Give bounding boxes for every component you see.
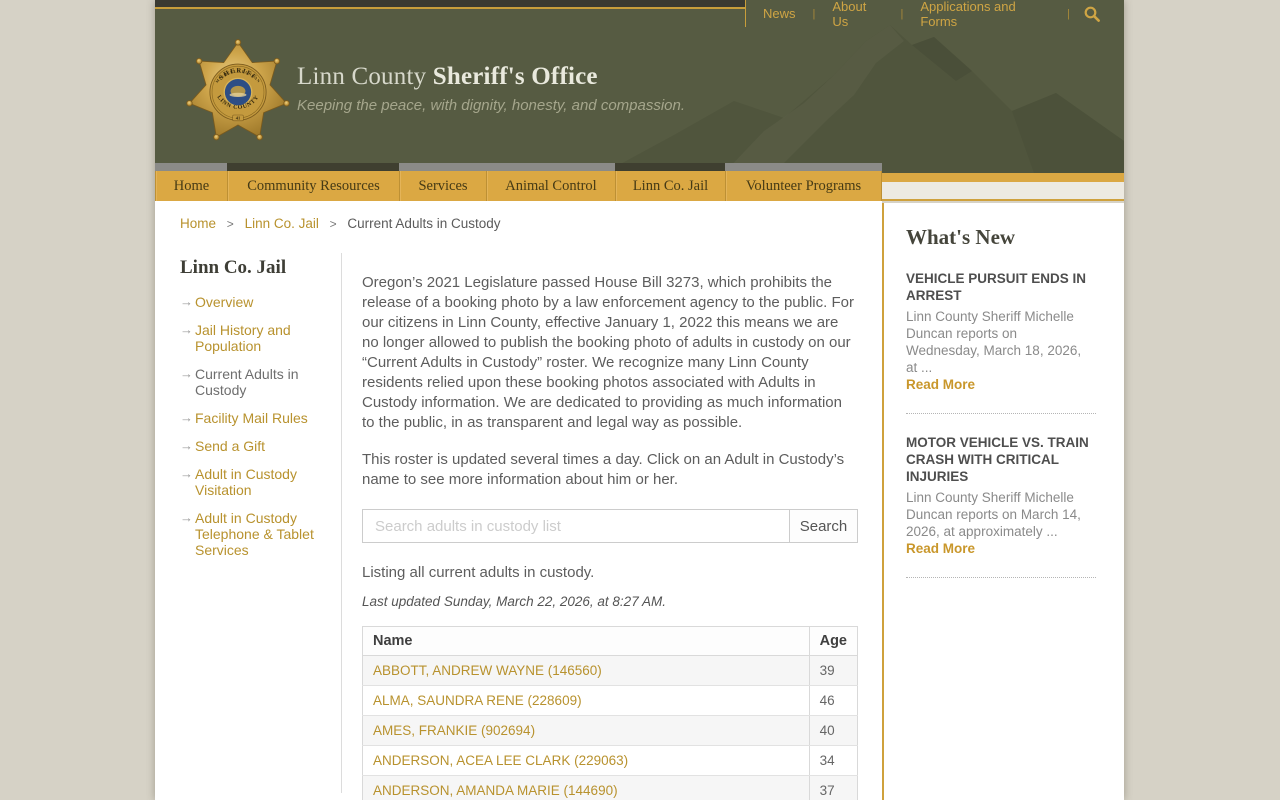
right-beige-band (882, 182, 1124, 201)
nav-strip-segment (615, 163, 725, 171)
nav-item-linn-co-jail[interactable]: Linn Co. Jail (616, 171, 726, 201)
nav-top-strip (155, 163, 882, 171)
arrow-icon: → (180, 366, 193, 381)
topnav-link-news[interactable]: News (746, 6, 813, 21)
nav-item-volunteer-programs[interactable]: Volunteer Programs (726, 171, 882, 201)
jail-sidebar-menu: Linn Co. Jail → Overview → Jail History … (180, 257, 330, 570)
table-row: AMES, FRANKIE (902694) 40 (362, 715, 858, 746)
sidebar-item-jail-history: → Jail History and Population (180, 322, 330, 354)
roster-note: This roster is updated several times a d… (362, 451, 845, 488)
roster-search-button[interactable]: Search (790, 509, 858, 543)
site-title: Linn County Sheriff's Office (297, 63, 685, 91)
news-title-link[interactable]: MOTOR VEHICLE VS. TRAIN CRASH WITH CRITI… (906, 435, 1089, 484)
news-divider (906, 577, 1096, 578)
adult-name-link[interactable]: AMES, FRANKIE (902694) (373, 723, 535, 738)
site-header: News | About Us | Applications and Forms… (155, 0, 1124, 173)
arrow-icon: → (180, 410, 193, 425)
main-column: Oregon’s 2021 Legislature passed House B… (362, 201, 858, 800)
news-title-link[interactable]: VEHICLE PURSUIT ENDS IN ARREST (906, 271, 1086, 303)
last-updated-text: Last updated Sunday, March 22, 2026, at … (362, 594, 666, 609)
nav-item-animal-control[interactable]: Animal Control (487, 171, 616, 201)
news-item: VEHICLE PURSUIT ENDS IN ARREST Linn Coun… (906, 270, 1096, 394)
sidebar-link-send-gift[interactable]: Send a Gift (195, 438, 323, 454)
content-divider (341, 253, 342, 793)
sidebar-item-send-gift: → Send a Gift (180, 438, 330, 454)
news-excerpt: Linn County Sheriff Michelle Duncan repo… (906, 490, 1081, 539)
nav-item-community-resources[interactable]: Community Resources (228, 171, 400, 201)
right-gold-band (882, 173, 1124, 182)
content-area: Home > Linn Co. Jail > Current Adults in… (155, 201, 882, 800)
site-title-bold: Sheriff's Office (432, 63, 598, 90)
table-row: ALMA, SAUNDRA RENE (228609) 46 (362, 685, 858, 716)
sidebar-item-current-adults: → Current Adults in Custody (180, 366, 330, 398)
sidebar-link-current-adults[interactable]: Current Adults in Custody (195, 366, 323, 398)
utility-nav: News | About Us | Applications and Forms… (745, 0, 1124, 29)
site-brand: Linn County Sheriff's Office Keeping the… (297, 63, 685, 114)
badge-number: 41 (236, 116, 240, 121)
nav-item-home[interactable]: Home (156, 171, 228, 201)
adult-name-link[interactable]: ANDERSON, AMANDA MARIE (144690) (373, 783, 618, 798)
arrow-icon: → (180, 438, 193, 453)
topnav-separator: | (1067, 7, 1070, 20)
listing-text: Listing all current adults in custody. (362, 564, 595, 581)
column-header-name: Name (362, 626, 810, 656)
arrow-icon: → (180, 322, 193, 337)
sidebar-link-visitation[interactable]: Adult in Custody Visitation (195, 466, 323, 498)
roster-search-input[interactable] (362, 509, 790, 543)
adult-age: 34 (808, 745, 858, 776)
column-header-age: Age (808, 626, 858, 656)
sidebar-link-jail-history[interactable]: Jail History and Population (195, 322, 323, 354)
adult-age: 37 (808, 775, 858, 800)
sidebar-item-facility-mail: → Facility Mail Rules (180, 410, 330, 426)
site-column: News | About Us | Applications and Forms… (155, 0, 1124, 800)
nav-strip-segment (227, 163, 399, 171)
page: News | About Us | Applications and Forms… (0, 0, 1280, 800)
topnav-link-applications-forms[interactable]: Applications and Forms (903, 0, 1067, 29)
breadcrumb-separator: > (226, 217, 234, 231)
adult-age: 40 (808, 715, 858, 746)
main-nav: Home Community Resources Services Animal… (155, 171, 882, 201)
sheriff-badge-logo: MICHELLE DUNCAN SHERIFF LINN COUNTY 41 (185, 36, 291, 142)
table-row: ABBOTT, ANDREW WAYNE (146560) 39 (362, 655, 858, 686)
adult-age: 46 (808, 685, 858, 716)
breadcrumb-separator: > (329, 217, 337, 231)
whats-new-panel: What's New VEHICLE PURSUIT ENDS IN ARRES… (882, 203, 1124, 800)
custody-roster-table: Name Age ABBOTT, ANDREW WAYNE (146560) 3… (362, 626, 858, 800)
sidebar-link-facility-mail[interactable]: Facility Mail Rules (195, 410, 323, 426)
breadcrumb-linn-co-jail[interactable]: Linn Co. Jail (245, 216, 319, 231)
top-accent-bar (155, 0, 745, 9)
adult-name-link[interactable]: ABBOTT, ANDREW WAYNE (146560) (373, 663, 602, 678)
site-title-prefix: Linn County (297, 63, 427, 90)
sidebar-item-visitation: → Adult in Custody Visitation (180, 466, 330, 498)
adult-age: 39 (808, 655, 858, 686)
arrow-icon: → (180, 466, 193, 481)
topnav-link-about-us[interactable]: About Us (815, 0, 900, 29)
arrow-icon: → (180, 510, 193, 525)
table-row: ANDERSON, ACEA LEE CLARK (229063) 34 (362, 745, 858, 776)
sidebar-item-overview: → Overview (180, 294, 330, 310)
news-divider (906, 413, 1096, 414)
sidebar-link-overview[interactable]: Overview (195, 294, 323, 310)
adult-name-link[interactable]: ANDERSON, ACEA LEE CLARK (229063) (373, 753, 628, 768)
news-excerpt: Linn County Sheriff Michelle Duncan repo… (906, 309, 1082, 375)
news-item: MOTOR VEHICLE VS. TRAIN CRASH WITH CRITI… (906, 434, 1096, 558)
search-icon[interactable] (1084, 6, 1100, 22)
arrow-icon: → (180, 294, 193, 309)
sidebar-title: Linn Co. Jail (180, 257, 287, 278)
table-header-row: Name Age (362, 626, 858, 656)
whats-new-title: What's New (906, 225, 1016, 249)
nav-item-services[interactable]: Services (400, 171, 487, 201)
site-tagline: Keeping the peace, with dignity, honesty… (297, 97, 686, 114)
breadcrumb-home[interactable]: Home (180, 216, 216, 231)
sidebar-item-telephone-tablet: → Adult in Custody Telephone & Tablet Se… (180, 510, 330, 558)
adult-name-link[interactable]: ALMA, SAUNDRA RENE (228609) (373, 693, 582, 708)
table-row: ANDERSON, AMANDA MARIE (144690) 37 (362, 775, 858, 800)
read-more-link[interactable]: Read More (906, 541, 975, 556)
roster-search: Search (362, 509, 858, 543)
intro-paragraph: Oregon’s 2021 Legislature passed House B… (362, 274, 854, 431)
sidebar-link-telephone-tablet[interactable]: Adult in Custody Telephone & Tablet Serv… (195, 510, 323, 558)
read-more-link[interactable]: Read More (906, 377, 975, 392)
